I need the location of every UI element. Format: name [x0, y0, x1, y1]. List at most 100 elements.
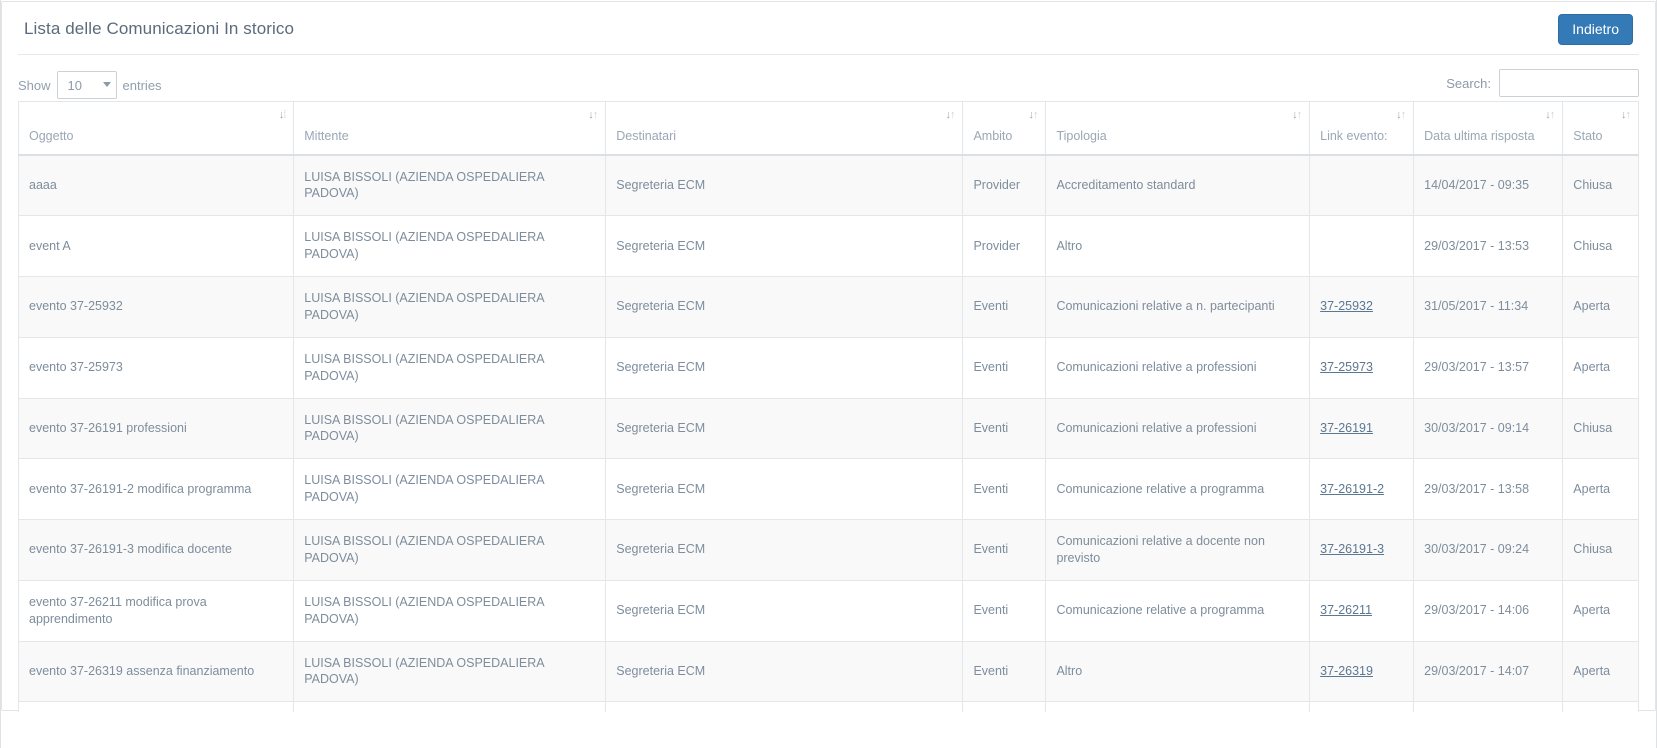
comunicazioni-table: ↓⁞ Oggetto ↓↑ Mittente ↓↑ Destinatari	[18, 101, 1639, 748]
column-header-data-ultima-risposta[interactable]: ↓↑ Data ultima risposta	[1414, 102, 1563, 155]
table-controls: Show 10 25 50 100 entries Searc	[18, 57, 1639, 101]
cell-tipologia: Comunicazioni relative a professioni	[1046, 337, 1310, 398]
sort-ascending-icon: ↓⁞	[279, 110, 286, 121]
cell-mittente: LUISA BISSOLI (AZIENDA OSPEDALIERA PADOV…	[294, 641, 606, 702]
cell-link-evento: 37-26191-2	[1310, 459, 1414, 520]
cell-data-ultima-risposta: 30/03/2017 - 09:24	[1414, 520, 1563, 581]
sort-none-icon: ↓↑	[1545, 110, 1554, 121]
cell-data-ultima-risposta: 29/03/2017 - 13:53	[1414, 216, 1563, 277]
cell-data-ultima-risposta: 29/03/2017 - 13:58	[1414, 459, 1563, 520]
column-label: Oggetto	[29, 129, 73, 143]
cell-ambito: Eventi	[963, 277, 1046, 338]
evento-link[interactable]: 37-26319	[1320, 664, 1373, 678]
cell-stato: Chiusa	[1563, 216, 1639, 277]
search-input[interactable]	[1499, 69, 1639, 97]
column-label: Destinatari	[616, 129, 676, 143]
cell-oggetto: evento 37-26319 assenza finanziamento	[19, 641, 294, 702]
page-length-label: Show 10 25 50 100 entries	[18, 71, 162, 99]
column-header-tipologia[interactable]: ↓↑ Tipologia	[1046, 102, 1310, 155]
cell-ambito: Provider	[963, 216, 1046, 277]
cell-oggetto: evento 37-25973	[19, 337, 294, 398]
cell-oggetto: evento 37-26191 professioni	[19, 398, 294, 459]
page-length-select-wrap: 10 25 50 100	[57, 71, 117, 99]
cell-destinatari: Segreteria ECM	[606, 520, 963, 581]
cell-link-evento: 37-25932	[1310, 277, 1414, 338]
cell-link-evento: 37-26211	[1310, 580, 1414, 641]
evento-link[interactable]: 37-26211	[1320, 603, 1372, 617]
table-row: evento 37-26319 assenza finanziamento LU…	[19, 641, 1639, 702]
cell-link-evento	[1310, 216, 1414, 277]
evento-link[interactable]: 37-25973	[1320, 360, 1373, 374]
table-header: ↓⁞ Oggetto ↓↑ Mittente ↓↑ Destinatari	[19, 102, 1639, 155]
table-container: ↓⁞ Oggetto ↓↑ Mittente ↓↑ Destinatari	[18, 101, 1639, 748]
sort-none-icon: ↓↑	[1396, 110, 1405, 121]
cell-stato: Chiusa	[1563, 398, 1639, 459]
cell-ambito: Eventi	[963, 580, 1046, 641]
cell-destinatari: Segreteria ECM	[606, 459, 963, 520]
cell-stato: Aperta	[1563, 580, 1639, 641]
panel-header: Lista delle Comunicazioni In storico Ind…	[2, 2, 1655, 57]
page-title: Lista delle Comunicazioni In storico	[24, 19, 294, 39]
cell-mittente: LUISA BISSOLI (AZIENDA OSPEDALIERA PADOV…	[294, 580, 606, 641]
sort-none-icon: ↓↑	[1292, 110, 1301, 121]
cell-mittente: LUISA BISSOLI (AZIENDA OSPEDALIERA PADOV…	[294, 277, 606, 338]
table-row: evento 37-26191 professioni LUISA BISSOL…	[19, 398, 1639, 459]
comunicazioni-panel: Lista delle Comunicazioni In storico Ind…	[1, 1, 1656, 711]
page-length-select[interactable]: 10 25 50 100	[57, 71, 117, 99]
evento-link[interactable]: 37-26191-2	[1320, 482, 1384, 496]
cell-tipologia: Accreditamento standard	[1046, 155, 1310, 216]
cell-data-ultima-risposta: 29/03/2017 - 13:57	[1414, 337, 1563, 398]
cell-destinatari: Segreteria ECM	[606, 155, 963, 216]
table-row: evento 37-25932 LUISA BISSOLI (AZIENDA O…	[19, 277, 1639, 338]
cell-ambito: Provider	[963, 155, 1046, 216]
cell-oggetto: aaaa	[19, 155, 294, 216]
column-header-ambito[interactable]: ↓↑ Ambito	[963, 102, 1046, 155]
cell-tipologia: Comunicazione relative a programma	[1046, 459, 1310, 520]
cell-link-evento: 37-26319	[1310, 641, 1414, 702]
cell-data-ultima-risposta: 14/04/2017 - 09:35	[1414, 155, 1563, 216]
table-row: evento 37-26191-3 modifica docente LUISA…	[19, 520, 1639, 581]
cell-oggetto: evento 37-26191-3 modifica docente	[19, 520, 294, 581]
table-row: event A LUISA BISSOLI (AZIENDA OSPEDALIE…	[19, 216, 1639, 277]
cell-link-evento: 37-25973	[1310, 337, 1414, 398]
table-row: evento 37-25973 LUISA BISSOLI (AZIENDA O…	[19, 337, 1639, 398]
column-header-stato[interactable]: ↓↑ Stato	[1563, 102, 1639, 155]
column-header-destinatari[interactable]: ↓↑ Destinatari	[606, 102, 963, 155]
cell-oggetto: event A	[19, 216, 294, 277]
show-label: Show	[18, 78, 51, 93]
cell-mittente: LUISA BISSOLI (AZIENDA OSPEDALIERA PADOV…	[294, 155, 606, 216]
column-header-mittente[interactable]: ↓↑ Mittente	[294, 102, 606, 155]
cell-destinatari: Segreteria ECM	[606, 398, 963, 459]
cell-mittente: LUISA BISSOLI (AZIENDA OSPEDALIERA PADOV…	[294, 459, 606, 520]
page-root: Lista delle Comunicazioni In storico Ind…	[0, 0, 1657, 748]
cell-stato: Chiusa	[1563, 520, 1639, 581]
cell-data-ultima-risposta: 31/05/2017 - 11:34	[1414, 277, 1563, 338]
header-divider	[18, 54, 1639, 55]
evento-link[interactable]: 37-26191-3	[1320, 542, 1384, 556]
search-label-wrap: Search:	[1446, 69, 1639, 97]
cell-ambito: Eventi	[963, 641, 1046, 702]
column-label: Stato	[1573, 129, 1602, 143]
column-header-link-evento[interactable]: ↓↑ Link evento:	[1310, 102, 1414, 155]
cell-tipologia: Comunicazioni relative a docente non pre…	[1046, 520, 1310, 581]
cell-link-evento: 37-26191	[1310, 398, 1414, 459]
cell-link-evento	[1310, 155, 1414, 216]
sort-none-icon: ↓↑	[588, 110, 597, 121]
search-label: Search:	[1446, 76, 1491, 91]
table-row: evento 37-26191-2 modifica programma LUI…	[19, 459, 1639, 520]
cell-ambito: Eventi	[963, 520, 1046, 581]
evento-link[interactable]: 37-25932	[1320, 299, 1373, 313]
back-button[interactable]: Indietro	[1558, 14, 1633, 45]
column-header-oggetto[interactable]: ↓⁞ Oggetto	[19, 102, 294, 155]
column-label: Tipologia	[1056, 129, 1106, 143]
cell-data-ultima-risposta: 29/03/2017 - 14:07	[1414, 641, 1563, 702]
column-label: Data ultima risposta	[1424, 129, 1534, 143]
cell-ambito: Eventi	[963, 337, 1046, 398]
table-row: evento 37-26211 modifica prova apprendim…	[19, 580, 1639, 641]
cell-mittente: LUISA BISSOLI (AZIENDA OSPEDALIERA PADOV…	[294, 520, 606, 581]
cell-destinatari: Segreteria ECM	[606, 580, 963, 641]
cell-destinatari: Segreteria ECM	[606, 641, 963, 702]
table-body: aaaa LUISA BISSOLI (AZIENDA OSPEDALIERA …	[19, 155, 1639, 748]
cell-tipologia: Comunicazioni relative a professioni	[1046, 398, 1310, 459]
evento-link[interactable]: 37-26191	[1320, 421, 1373, 435]
